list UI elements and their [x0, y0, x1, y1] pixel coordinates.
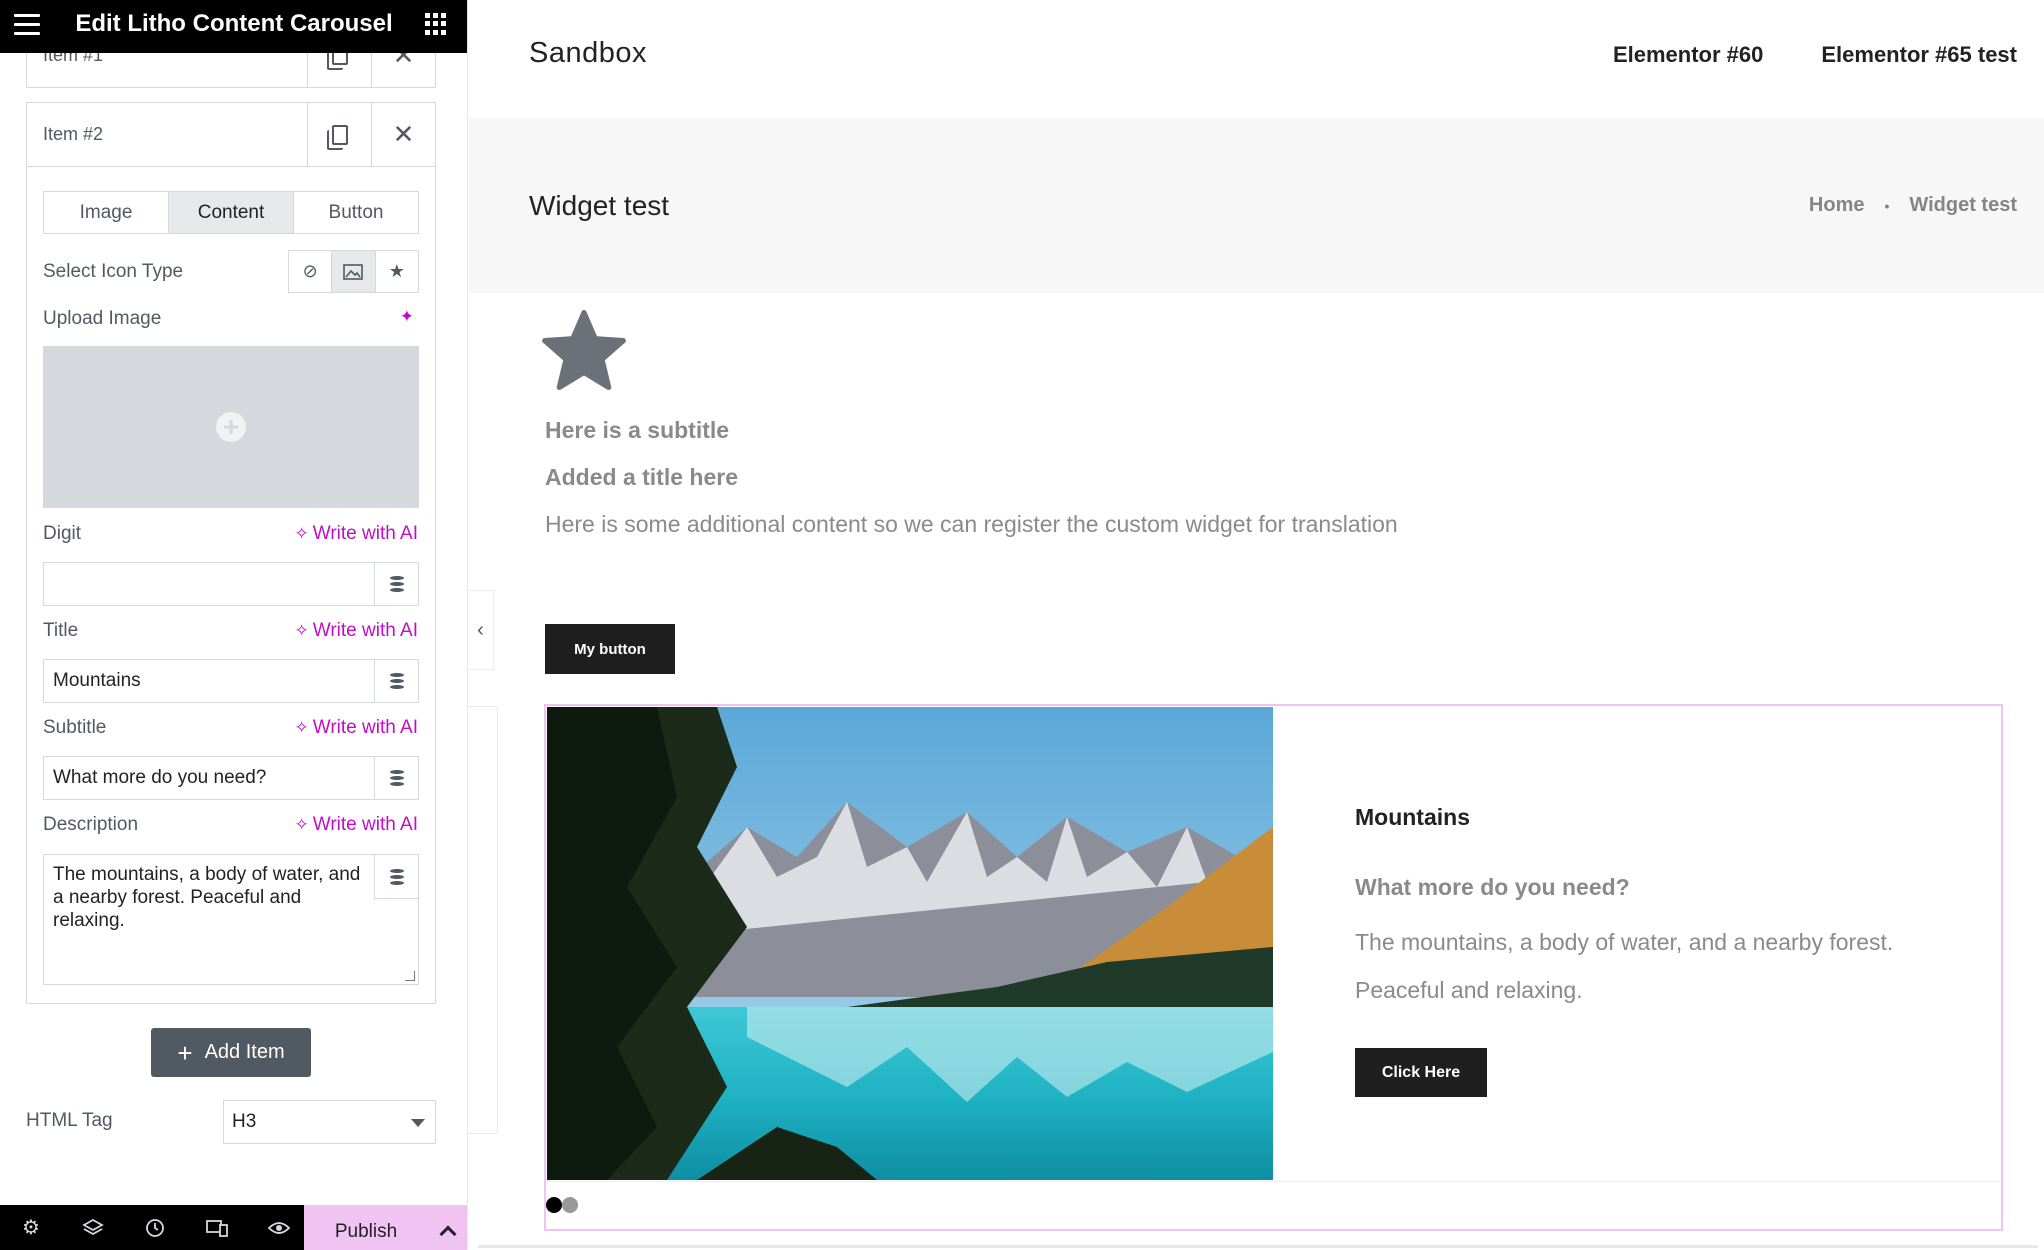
dynamic-tags-button[interactable]	[374, 563, 418, 605]
panel-header: Edit Litho Content Carousel	[0, 0, 467, 53]
digit-label: Digit	[43, 523, 82, 544]
title-label: Title	[43, 620, 79, 641]
click-here-button[interactable]: Click Here	[1355, 1048, 1487, 1097]
close-icon: ✕	[392, 119, 415, 149]
pagination-dot-2[interactable]	[562, 1197, 578, 1213]
icon-type-icon[interactable]: ★	[376, 251, 418, 292]
plus-icon: +	[177, 1037, 193, 1068]
settings-gear-icon[interactable]: ⚙	[0, 1205, 62, 1250]
publish-button[interactable]: Publish	[304, 1213, 428, 1243]
widget-title: Added a title here	[545, 464, 738, 490]
nav-link-elementor-60[interactable]: Elementor #60	[1613, 42, 1763, 68]
write-with-ai-description[interactable]: ✧ Write with AI	[295, 814, 418, 836]
database-icon	[389, 868, 404, 885]
image-icon	[343, 263, 364, 280]
tab-content[interactable]: Content	[169, 192, 294, 233]
horizontal-scrollbar[interactable]	[478, 1245, 2038, 1248]
tab-image[interactable]: Image	[44, 192, 169, 233]
slide-title: Mountains	[1355, 804, 1470, 830]
content-carousel[interactable]: Mountains What more do you need? The mou…	[544, 704, 2003, 1231]
icon-type-none[interactable]: ⊘	[289, 251, 333, 292]
ai-sparkle-icon: ✧	[294, 621, 309, 640]
widgets-grid-icon[interactable]	[425, 13, 447, 35]
widget-subtitle: Here is a subtitle	[545, 417, 730, 443]
dynamic-tags-button[interactable]	[374, 855, 418, 899]
editor-panel: Edit Litho Content Carousel Item #1 ✕ It…	[0, 0, 468, 1250]
ban-icon: ⊘	[302, 261, 318, 281]
dynamic-tags-button[interactable]	[374, 757, 418, 799]
page-header: Widget test Home • Widget test	[469, 118, 2044, 293]
breadcrumb-current: Widget test	[1909, 194, 2017, 216]
digit-field[interactable]	[43, 562, 419, 606]
repeater-item-label[interactable]: Item #2	[27, 124, 307, 145]
ai-sparkle-icon: ✧	[294, 815, 309, 834]
subtitle-field[interactable]: What more do you need?	[43, 756, 419, 800]
widget-content: Here is some additional content so we ca…	[545, 511, 1398, 537]
database-icon	[389, 576, 404, 592]
star-icon: ★	[388, 261, 405, 281]
ai-sparkle-icon: ✧	[294, 524, 309, 543]
description-text[interactable]: The mountains, a body of water, and a ne…	[53, 863, 373, 932]
description-label: Description	[43, 814, 139, 835]
star-icon	[542, 309, 626, 391]
ai-sparkle-icon: ✧	[294, 718, 309, 737]
nav-link-elementor-65[interactable]: Elementor #65 test	[1821, 42, 2017, 68]
chevron-up-icon	[439, 1225, 457, 1242]
caret-down-icon	[411, 1119, 425, 1127]
history-icon[interactable]	[124, 1205, 186, 1250]
item-tabs: Image Content Button	[43, 191, 419, 234]
carousel-pagination	[546, 1197, 578, 1213]
slide-divider	[547, 1181, 2000, 1182]
icon-type-image[interactable]	[332, 251, 376, 292]
select-icon-type-label: Select Icon Type	[43, 261, 184, 282]
tab-button[interactable]: Button	[294, 192, 418, 233]
breadcrumb-home[interactable]: Home	[1809, 194, 1865, 217]
html-tag-value: H3	[232, 1111, 257, 1132]
html-tag-select[interactable]: H3	[223, 1100, 436, 1144]
duplicate-icon	[326, 124, 348, 150]
write-with-ai-title[interactable]: ✧ Write with AI	[295, 620, 418, 642]
navigator-layers-icon[interactable]	[62, 1205, 124, 1250]
main-nav: Elementor #60 Elementor #65 test	[1613, 42, 2017, 68]
breadcrumb: Home • Widget test	[1809, 194, 2017, 217]
duplicate-item-button[interactable]	[307, 102, 371, 167]
panel-footer: ⚙ Publish	[0, 1205, 467, 1250]
add-item-button[interactable]: + Add Item	[151, 1028, 311, 1077]
panel-title: Edit Litho Content Carousel	[75, 10, 393, 37]
pagination-dot-1[interactable]	[546, 1197, 562, 1213]
page-preview: Sandbox Elementor #60 Elementor #65 test…	[469, 0, 2044, 1250]
subtitle-label: Subtitle	[43, 717, 107, 738]
repeater-item-header[interactable]: Item #2 ✕	[27, 102, 435, 167]
preview-eye-icon[interactable]	[248, 1205, 310, 1250]
icon-type-choices: ⊘ ★	[288, 250, 419, 293]
image-upload-dropzone[interactable]: +	[43, 346, 419, 508]
title-field[interactable]: Mountains	[43, 659, 419, 703]
publish-options-button[interactable]	[428, 1205, 467, 1250]
write-with-ai-digit[interactable]: ✧ Write with AI	[295, 523, 418, 545]
remove-item-button[interactable]: ✕	[371, 102, 435, 167]
digit-input[interactable]	[44, 563, 374, 605]
mountain-lake-image	[547, 707, 1273, 1180]
add-image-icon[interactable]: +	[216, 412, 246, 442]
slide-subtitle: What more do you need?	[1355, 874, 1630, 900]
write-with-ai-subtitle[interactable]: ✧ Write with AI	[295, 717, 418, 739]
my-button[interactable]: My button	[545, 624, 675, 674]
upload-image-label: Upload Image	[43, 308, 162, 329]
title-input[interactable]: Mountains	[44, 660, 374, 702]
database-icon	[389, 770, 404, 786]
resize-handle[interactable]	[405, 971, 415, 981]
site-title[interactable]: Sandbox	[529, 37, 647, 70]
slide-description: The mountains, a body of water, and a ne…	[1355, 929, 1894, 1003]
add-item-label: Add Item	[204, 1041, 285, 1063]
database-icon	[389, 673, 404, 689]
dynamic-tags-button[interactable]	[374, 660, 418, 702]
description-textarea[interactable]: The mountains, a body of water, and a ne…	[43, 854, 419, 985]
subtitle-input[interactable]: What more do you need?	[44, 757, 374, 799]
ai-sparkle-icon[interactable]: ✦	[400, 306, 418, 328]
page-title: Widget test	[529, 190, 670, 221]
html-tag-label: HTML Tag	[26, 1110, 113, 1131]
publish-group: Publish	[304, 1205, 467, 1250]
breadcrumb-separator: •	[1884, 197, 1890, 214]
responsive-mode-icon[interactable]	[186, 1205, 248, 1250]
